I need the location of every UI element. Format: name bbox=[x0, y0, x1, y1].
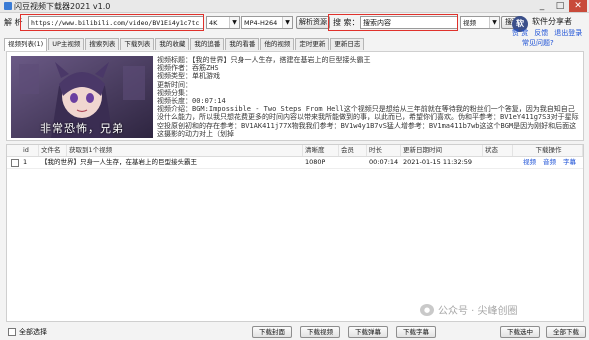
row-filename: 【我的世界】只身一人生存，在基岩上的巨型接头霸王 bbox=[41, 158, 197, 166]
search-input[interactable]: 搜索内容 bbox=[360, 16, 458, 29]
col-status[interactable]: 状态 bbox=[483, 145, 513, 156]
parse-button[interactable]: 解析资源 bbox=[296, 16, 330, 29]
download-selected-button[interactable]: 下载选中 bbox=[500, 326, 540, 338]
select-all-label: 全部选择 bbox=[19, 328, 47, 336]
tab-my-anime[interactable]: 我的追番 bbox=[190, 38, 225, 50]
tab-download-list[interactable]: 下载列表 bbox=[120, 38, 155, 50]
col-vip[interactable]: 会员 bbox=[339, 145, 367, 156]
feedback-link[interactable]: 反馈 bbox=[534, 28, 548, 38]
video-duration: 视频长度：00:07:14 bbox=[157, 97, 226, 106]
video-thumbnail[interactable]: 非常恐怖，兄弟 bbox=[11, 56, 153, 138]
donate-link[interactable]: 赞 赏 bbox=[512, 28, 528, 38]
download-video-button[interactable]: 下载视频 bbox=[300, 326, 340, 338]
download-subtitle-button[interactable]: 下载字幕 bbox=[396, 326, 436, 338]
watermark: ● 公众号 · 尖峰创圈 bbox=[420, 302, 518, 317]
row-checkbox[interactable] bbox=[11, 159, 19, 167]
window-controls: _ □ ✕ bbox=[533, 0, 587, 12]
download-video-link[interactable]: 视频 bbox=[523, 157, 536, 168]
video-update-time: 更新时间： bbox=[157, 80, 192, 89]
download-subtitle-link[interactable]: 字幕 bbox=[563, 157, 576, 168]
video-grid: id 文件名 获取到1个视频 清晰度 会员 时长 更新日期时间 状态 下载操作 … bbox=[6, 144, 584, 322]
minimize-button[interactable]: _ bbox=[533, 0, 551, 12]
tab-scheduled-update[interactable]: 定时更新 bbox=[295, 38, 330, 50]
tab-my-watched[interactable]: 我的看番 bbox=[225, 38, 260, 50]
chevron-down-icon: ▼ bbox=[229, 17, 239, 28]
window-title: 闪豆视频下载器2021 v1.0 bbox=[14, 2, 111, 11]
col-duration[interactable]: 时长 bbox=[367, 145, 401, 156]
download-cover-button[interactable]: 下载封面 bbox=[252, 326, 292, 338]
format-select[interactable]: MP4-H264 ▼ bbox=[241, 16, 293, 29]
chevron-down-icon: ▼ bbox=[282, 17, 292, 28]
video-parts: 视频分集： bbox=[157, 88, 192, 97]
video-type: 视频类型：单机游戏 bbox=[157, 72, 220, 81]
tab-search-list[interactable]: 搜索列表 bbox=[85, 38, 120, 50]
row-id: 1 bbox=[23, 158, 28, 166]
download-danmaku-button[interactable]: 下载弹幕 bbox=[348, 326, 388, 338]
download-all-button[interactable]: 全部下载 bbox=[546, 326, 586, 338]
col-id[interactable]: id bbox=[21, 145, 39, 156]
app-window: 闪豆视频下载器2021 v1.0 _ □ ✕ 解 析 https://www.b… bbox=[0, 0, 589, 340]
col-fetched[interactable]: 获取到1个视频 bbox=[67, 145, 303, 156]
video-meta: 视频标题：【我的世界】只身一人生存，搭建在基岩上的巨型接头霸王 视频作者：吞筋Z… bbox=[157, 56, 581, 138]
select-all[interactable]: 全部选择 bbox=[8, 327, 47, 337]
tab-video-list[interactable]: 视频列表(1) bbox=[4, 38, 48, 51]
format-value: MP4-H264 bbox=[244, 19, 278, 27]
logout-link[interactable]: 退出登录 bbox=[554, 28, 582, 38]
watermark-text: 公众号 · 尖峰创圈 bbox=[438, 306, 518, 317]
col-filename[interactable]: 文件名 bbox=[39, 145, 67, 156]
video-info-panel: 非常恐怖，兄弟 视频标题：【我的世界】只身一人生存，搭建在基岩上的巨型接头霸王 … bbox=[6, 51, 584, 141]
col-datetime[interactable]: 更新日期时间 bbox=[401, 145, 483, 156]
close-button[interactable]: ✕ bbox=[569, 0, 587, 12]
search-type-select[interactable]: 视频 ▼ bbox=[460, 16, 500, 29]
toolbar: 解 析 https://www.bilibili.com/video/BV1Ei… bbox=[0, 13, 589, 35]
tab-bar: 视频列表(1) UP主视频 搜索列表 下载列表 我的收藏 我的追番 我的看番 他… bbox=[4, 38, 365, 51]
wechat-icon: ● bbox=[420, 303, 434, 316]
tab-changelog[interactable]: 更新日志 bbox=[330, 38, 365, 50]
download-audio-link[interactable]: 音频 bbox=[543, 157, 556, 168]
title-bar: 闪豆视频下载器2021 v1.0 _ □ ✕ bbox=[0, 0, 589, 13]
maximize-button[interactable]: □ bbox=[551, 0, 569, 12]
app-icon bbox=[4, 2, 12, 10]
col-download-ops[interactable]: 下载操作 bbox=[513, 145, 583, 156]
video-author: 视频作者：吞筋ZHS bbox=[157, 64, 219, 73]
tab-their-videos[interactable]: 他的视频 bbox=[260, 38, 295, 50]
chevron-down-icon: ▼ bbox=[489, 17, 499, 28]
row-quality: 1080P bbox=[305, 158, 326, 166]
table-row[interactable]: 1 【我的世界】只身一人生存，在基岩上的巨型接头霸王 1080P 00:07:1… bbox=[7, 157, 583, 169]
quality-select[interactable]: 4K ▼ bbox=[206, 16, 240, 29]
thumbnail-caption: 非常恐怖，兄弟 bbox=[40, 122, 124, 135]
grid-header: id 文件名 获取到1个视频 清晰度 会员 时长 更新日期时间 状态 下载操作 bbox=[7, 145, 583, 157]
select-all-checkbox[interactable] bbox=[8, 328, 16, 336]
row-datetime: 2021-01-15 11:32:59 bbox=[403, 158, 473, 166]
bottom-bar: 全部选择 下载封面 下载视频 下载弹幕 下载字幕 下载选中 全部下载 bbox=[0, 324, 589, 340]
row-duration: 00:07:14 bbox=[369, 158, 399, 166]
quality-value: 4K bbox=[209, 19, 218, 27]
tab-up-videos[interactable]: UP主视频 bbox=[48, 38, 85, 50]
video-title: 视频标题：【我的世界】只身一人生存，搭建在基岩上的巨型接头霸王 bbox=[157, 56, 371, 64]
search-type-value: 视频 bbox=[463, 19, 476, 27]
video-description: 视频介绍：BGM:Impossible - Two Steps From Hel… bbox=[157, 105, 579, 138]
faq-link[interactable]: 常见问题? bbox=[522, 38, 554, 48]
url-input[interactable]: https://www.bilibili.com/video/BV1Ei4y1c… bbox=[28, 16, 204, 29]
brand-name: 软件分享者 bbox=[532, 17, 572, 26]
search-label: 搜 索： bbox=[333, 18, 360, 27]
url-label: 解 析 bbox=[4, 18, 23, 27]
col-quality[interactable]: 清晰度 bbox=[303, 145, 339, 156]
tab-my-favorites[interactable]: 我的收藏 bbox=[155, 38, 190, 50]
brand-links: 赞 赏 反馈 退出登录 bbox=[512, 28, 582, 38]
